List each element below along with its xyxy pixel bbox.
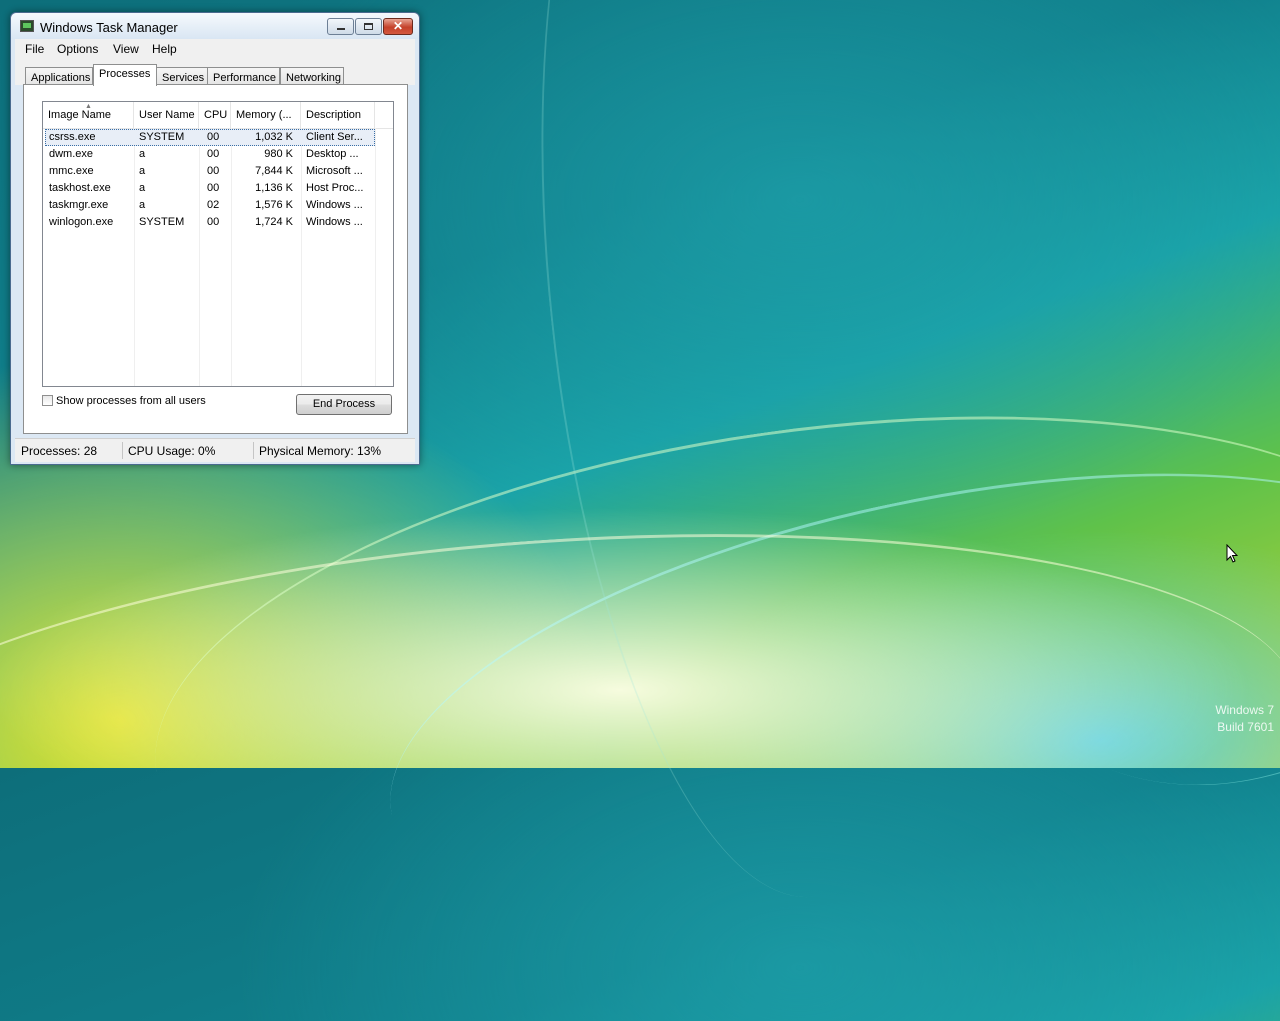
table-row[interactable]: dwm.exe a 00 980 K Desktop ... — [45, 146, 375, 163]
cell-user-name: a — [139, 199, 146, 211]
cell-memory: 1,724 K — [255, 216, 293, 228]
tab-applications[interactable]: Applications — [25, 67, 93, 85]
column-memory[interactable]: Memory (... — [231, 102, 301, 128]
cell-description: Windows ... — [306, 216, 363, 228]
table-row[interactable]: mmc.exe a 00 7,844 K Microsoft ... — [45, 163, 375, 180]
cell-memory: 1,136 K — [255, 182, 293, 194]
status-processes: Processes: 28 — [21, 444, 98, 458]
cell-memory: 980 K — [264, 148, 293, 160]
watermark-os: Windows 7 — [1215, 703, 1274, 717]
table-row[interactable]: csrss.exe SYSTEM 00 1,032 K Client Ser... — [45, 129, 375, 146]
cell-cpu: 00 — [207, 148, 220, 160]
status-cpu-usage: CPU Usage: 0% — [128, 444, 216, 458]
menu-help[interactable]: Help — [152, 42, 177, 56]
menu-view[interactable]: View — [113, 42, 139, 56]
title-bar[interactable]: Windows Task Manager ✕ — [11, 13, 419, 39]
desktop-watermark: Windows 7 Build 7601 — [1215, 702, 1274, 736]
cell-cpu: 02 — [207, 199, 220, 211]
table-row[interactable]: taskmgr.exe a 02 1,576 K Windows ... — [45, 197, 375, 214]
tab-strip: Applications Processes Services Performa… — [15, 59, 415, 86]
sort-ascending-icon: ▲ — [85, 103, 92, 110]
cell-image-name: mmc.exe — [49, 165, 94, 177]
processes-panel: ▲ Image Name User Name CPU Memory (... D… — [23, 84, 408, 434]
task-manager-window: Windows Task Manager ✕ File Options View… — [10, 12, 420, 465]
maximize-icon — [364, 23, 373, 30]
column-user-name[interactable]: User Name — [134, 102, 199, 128]
end-process-button[interactable]: End Process — [296, 394, 392, 415]
status-divider — [253, 442, 254, 459]
cell-user-name: SYSTEM — [139, 131, 185, 143]
status-bar: Processes: 28 CPU Usage: 0% Physical Mem… — [15, 438, 415, 462]
column-image-name-label: Image Name — [48, 109, 111, 121]
tab-processes[interactable]: Processes — [93, 64, 157, 86]
close-icon: ✕ — [392, 19, 404, 33]
minimize-icon — [337, 28, 345, 30]
close-button[interactable]: ✕ — [383, 18, 413, 35]
column-description[interactable]: Description — [301, 102, 375, 128]
wallpaper-swoosh — [0, 488, 1280, 1015]
process-list[interactable]: ▲ Image Name User Name CPU Memory (... D… — [42, 101, 394, 387]
cell-description: Microsoft ... — [306, 165, 363, 177]
status-divider — [122, 442, 123, 459]
show-all-processes[interactable]: Show processes from all users — [42, 395, 206, 407]
cell-cpu: 00 — [207, 131, 220, 143]
process-list-header: ▲ Image Name User Name CPU Memory (... D… — [43, 102, 393, 129]
cell-image-name: dwm.exe — [49, 148, 94, 160]
minimize-button[interactable] — [327, 18, 354, 35]
show-all-checkbox[interactable] — [42, 395, 53, 406]
wallpaper-swoosh — [350, 390, 1280, 1013]
cell-user-name: a — [139, 148, 146, 160]
menu-file[interactable]: File — [25, 42, 44, 56]
show-all-label: Show processes from all users — [56, 395, 206, 407]
column-image-name[interactable]: ▲ Image Name — [43, 102, 134, 128]
cell-image-name: taskmgr.exe — [49, 199, 109, 211]
cell-user-name: a — [139, 182, 146, 194]
wallpaper-swoosh — [780, 0, 1280, 891]
cell-description: Desktop ... — [306, 148, 359, 160]
cell-memory: 1,576 K — [255, 199, 293, 211]
cell-description: Client Ser... — [306, 131, 363, 143]
tab-services[interactable]: Services — [156, 67, 208, 85]
table-row[interactable]: winlogon.exe SYSTEM 00 1,724 K Windows ... — [45, 214, 375, 231]
window-title: Windows Task Manager — [40, 20, 178, 35]
cell-description: Host Proc... — [306, 182, 364, 194]
cell-image-name: winlogon.exe — [49, 216, 114, 228]
maximize-button[interactable] — [355, 18, 382, 35]
cell-cpu: 00 — [207, 216, 220, 228]
status-physical-memory: Physical Memory: 13% — [259, 444, 382, 458]
menu-bar: File Options View Help — [15, 39, 415, 59]
watermark-build: Build 7601 — [1217, 720, 1274, 734]
menu-options[interactable]: Options — [57, 42, 98, 56]
cell-user-name: a — [139, 165, 146, 177]
cell-cpu: 00 — [207, 182, 220, 194]
column-cpu[interactable]: CPU — [199, 102, 231, 128]
cell-memory: 1,032 K — [255, 131, 293, 143]
table-row[interactable]: taskhost.exe a 00 1,136 K Host Proc... — [45, 180, 375, 197]
task-manager-icon — [20, 20, 34, 32]
tab-performance[interactable]: Performance — [207, 67, 280, 85]
cell-memory: 7,844 K — [255, 165, 293, 177]
cell-cpu: 00 — [207, 165, 220, 177]
cell-image-name: csrss.exe — [49, 131, 96, 143]
cell-description: Windows ... — [306, 199, 363, 211]
mouse-pointer-icon — [1226, 544, 1238, 563]
cell-image-name: taskhost.exe — [49, 182, 111, 194]
cell-user-name: SYSTEM — [139, 216, 185, 228]
wallpaper-swoosh — [488, 0, 1014, 918]
tab-networking[interactable]: Networking — [280, 67, 344, 85]
